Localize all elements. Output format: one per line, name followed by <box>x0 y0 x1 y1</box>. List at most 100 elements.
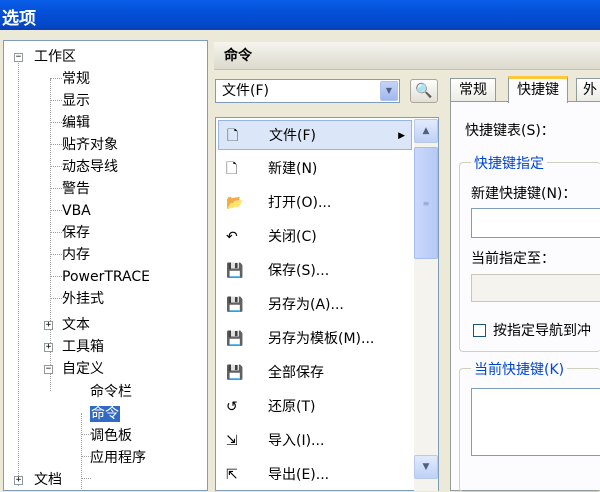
current-shortcuts-title: 当前快捷键(K) <box>471 359 568 379</box>
tree-line <box>50 254 62 255</box>
tree-item-label: 贴齐对象 <box>62 137 118 153</box>
command-label: 关闭(C) <box>268 229 317 245</box>
new-doc-icon: 🗋 <box>226 161 238 177</box>
tree-line <box>50 166 62 167</box>
command-item-close[interactable]: ↶ 关闭(C) <box>218 222 412 252</box>
command-item-save-all[interactable]: 💾 全部保存 <box>218 358 412 388</box>
navigate-to-conflict-checkbox[interactable] <box>473 324 486 337</box>
command-label: 另存为模板(M)... <box>268 331 375 347</box>
command-item-new[interactable]: 🗋 新建(N) <box>218 154 412 184</box>
export-icon: ⇱ <box>226 467 238 483</box>
tree-item-snap[interactable]: 贴齐对象 <box>62 134 118 156</box>
tree-item-label: 内存 <box>62 247 90 263</box>
command-label: 保存(S)... <box>268 263 330 279</box>
command-item-save[interactable]: 💾 保存(S)... <box>218 256 412 286</box>
command-item-open[interactable]: 📂 打开(O)... <box>218 188 412 218</box>
tree-item-command-bars[interactable]: 命令栏 <box>90 381 132 403</box>
tree-item-memory[interactable]: 内存 <box>62 244 90 266</box>
tree-item-label: PowerTRACE <box>62 269 150 285</box>
collapse-icon[interactable]: − <box>44 365 53 374</box>
tree-item-label: 警告 <box>62 181 90 197</box>
current-assign-label: 当前指定至： <box>471 251 555 267</box>
tree-item-display[interactable]: 显示 <box>62 90 90 112</box>
tab-general[interactable]: 常规 <box>450 78 496 102</box>
find-command-button[interactable]: 🔍 <box>410 79 438 103</box>
command-label: 打开(O)... <box>268 195 332 211</box>
tree-line <box>50 100 62 101</box>
submenu-arrow-icon: ▶ <box>398 131 405 141</box>
tree-line <box>81 478 91 479</box>
new-shortcut-input[interactable] <box>471 208 600 238</box>
command-label: 新建(N) <box>268 161 318 177</box>
tree-line <box>50 144 62 145</box>
new-doc-icon: 🗋 <box>227 128 239 144</box>
tree-item-general[interactable]: 常规 <box>62 68 90 90</box>
tree-item-commands[interactable]: 命令 <box>90 403 120 425</box>
tree-line <box>50 232 62 233</box>
expand-icon[interactable]: + <box>44 321 53 330</box>
scroll-up-icon[interactable]: ▲ <box>414 119 438 143</box>
collapse-icon[interactable]: − <box>14 53 23 62</box>
command-label: 导入(I)... <box>268 433 325 449</box>
tree-item-label: 自定义 <box>62 361 104 377</box>
tree-item-label: 调色板 <box>90 428 132 444</box>
chevron-down-icon[interactable]: ▼ <box>380 81 398 101</box>
tree-item-save[interactable]: 保存 <box>62 222 90 244</box>
window-title: 选项 <box>2 9 36 29</box>
shortcuts-tab-page: 快捷键表(S)： 快捷键指定 新建快捷键(N)： 当前指定至： 按指定导航到冲 … <box>450 101 600 492</box>
options-tree[interactable]: − 工作区 常规 显示 编辑 贴齐对象 动态导线 警告 VBA 保存 内存 Po… <box>3 40 208 491</box>
tree-item-label: 保存 <box>62 225 90 241</box>
tree-line <box>50 298 62 299</box>
tree-item-vba[interactable]: VBA <box>62 200 91 222</box>
tree-item-warnings[interactable]: 警告 <box>62 178 90 200</box>
tree-item-dynamic-guides[interactable]: 动态导线 <box>62 156 118 178</box>
tree-item-label: 编辑 <box>62 115 90 131</box>
tree-item-powertrace[interactable]: PowerTRACE <box>62 266 150 288</box>
tree-item-label: 文档 <box>34 472 62 488</box>
scroll-thumb[interactable]: ≡ <box>414 147 438 259</box>
window-title-bar[interactable]: 选项 <box>0 0 600 30</box>
command-item-save-template[interactable]: 💾 另存为模板(M)... <box>218 324 412 354</box>
command-item-revert[interactable]: ↺ 还原(T) <box>218 392 412 422</box>
command-label: 另存为(A)... <box>268 297 344 313</box>
property-tabs: 常规 快捷键 外 <box>450 76 600 103</box>
scroll-down-icon[interactable]: ▼ <box>414 455 438 479</box>
tree-item-plugins[interactable]: 外挂式 <box>62 288 104 310</box>
binoculars-icon: 🔍 <box>415 83 433 99</box>
tree-item-applications[interactable]: 应用程序 <box>90 447 146 469</box>
tree-line <box>50 276 62 277</box>
tab-appearance[interactable]: 外 <box>576 78 600 102</box>
navigate-to-conflict-label: 按指定导航到冲 <box>493 323 591 339</box>
revert-icon: ↺ <box>226 399 238 415</box>
tree-item-label: 工具箱 <box>62 339 104 355</box>
tree-item-palettes[interactable]: 调色板 <box>90 425 132 447</box>
tree-item-label: 显示 <box>62 93 90 109</box>
tree-line <box>18 57 19 486</box>
tree-item-label: 外挂式 <box>62 291 104 307</box>
import-icon: ⇲ <box>226 433 238 449</box>
command-item-save-as[interactable]: 💾 另存为(A)... <box>218 290 412 320</box>
tree-line <box>50 188 62 189</box>
tab-shortcuts[interactable]: 快捷键 <box>508 76 568 103</box>
command-list-scrollbar[interactable]: ▲ ≡ ▼ <box>414 119 438 491</box>
tree-item-edit[interactable]: 编辑 <box>62 112 90 134</box>
command-list[interactable]: 🗋 文件(F) ▶ 🗋 新建(N) 📂 打开(O)... ↶ 关闭(C) 💾 保… <box>215 117 439 491</box>
command-item-file[interactable]: 🗋 文件(F) ▶ <box>218 120 412 150</box>
shortcut-table-label: 快捷键表(S)： <box>465 123 555 139</box>
command-label: 全部保存 <box>268 365 324 381</box>
tree-item-label: 工作区 <box>34 49 76 65</box>
category-value: 文件(F) <box>222 83 269 99</box>
save-as-icon: 💾 <box>226 297 244 313</box>
command-item-export[interactable]: ⇱ 导出(E)... <box>218 460 412 490</box>
commands-header: 命令 <box>214 42 600 70</box>
expand-icon[interactable]: + <box>44 343 53 352</box>
category-select[interactable]: 文件(F) ▼ <box>215 79 400 103</box>
expand-icon[interactable]: + <box>14 476 23 485</box>
tree-item-label: 文本 <box>62 317 90 333</box>
tree-item-label: 常规 <box>62 71 90 87</box>
command-item-import[interactable]: ⇲ 导入(I)... <box>218 426 412 456</box>
new-shortcut-label: 新建快捷键(N)： <box>471 186 577 202</box>
floppy-icon: 💾 <box>226 263 244 279</box>
current-shortcuts-list[interactable] <box>471 388 600 456</box>
save-all-icon: 💾 <box>226 365 244 381</box>
